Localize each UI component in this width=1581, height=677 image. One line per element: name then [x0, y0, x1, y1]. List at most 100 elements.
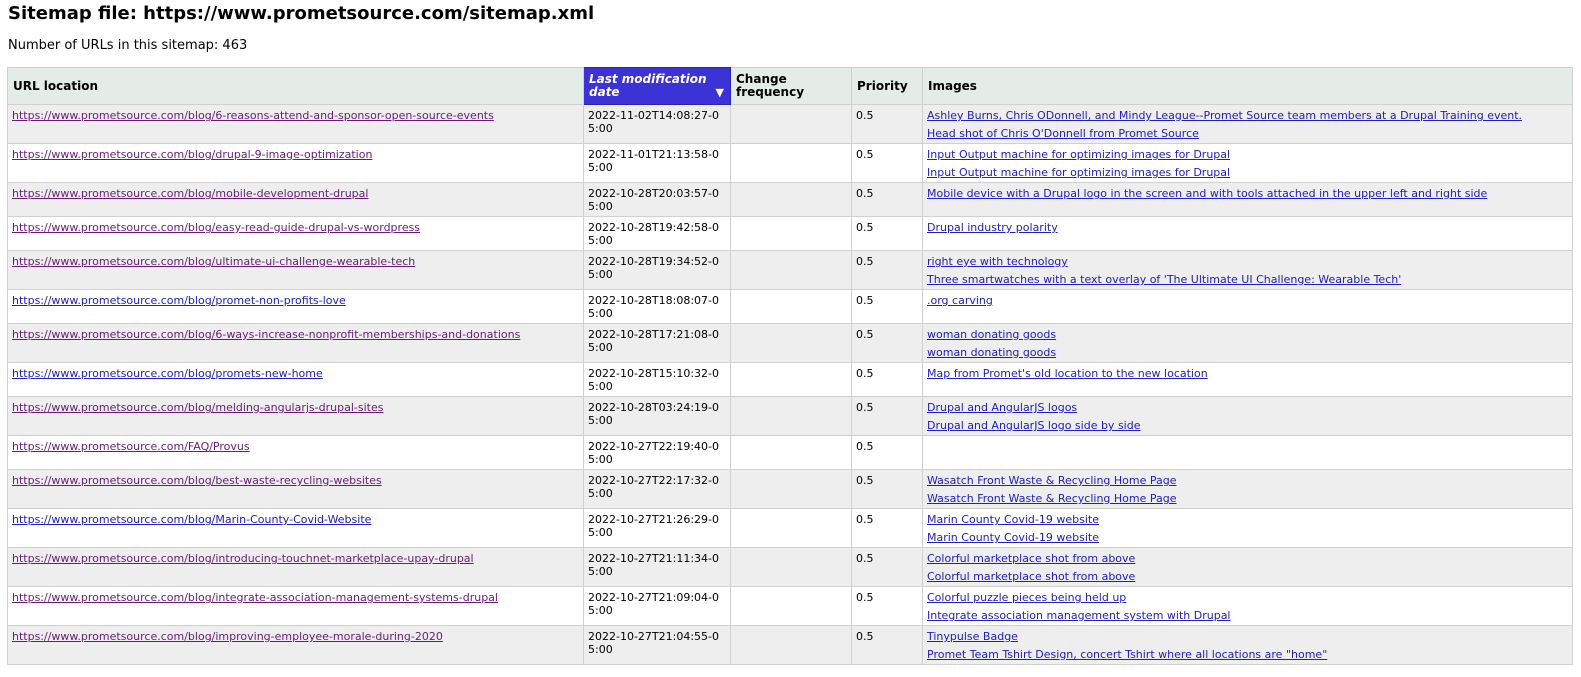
column-header-images-label: Images: [928, 78, 977, 93]
images-cell: Colorful puzzle pieces being held up Inte…: [922, 586, 1573, 626]
priority-cell: 0.5: [851, 625, 923, 665]
url-link[interactable]: https://www.prometsource.com/blog/Marin-…: [12, 513, 371, 526]
image-link[interactable]: Colorful marketplace shot from above: [927, 570, 1568, 583]
lastmod-cell: 2022-10-28T19:42:58-05:00: [583, 216, 731, 251]
url-link[interactable]: https://www.prometsource.com/blog/6-ways…: [12, 328, 520, 341]
url-link[interactable]: https://www.prometsource.com/blog/mobile…: [12, 187, 368, 200]
image-link[interactable]: Ashley Burns, Chris ODonnell, and Mindy …: [927, 109, 1568, 122]
image-link[interactable]: Tinypulse Badge: [927, 630, 1568, 643]
images-cell: Wasatch Front Waste & Recycling Home Pag…: [922, 469, 1573, 509]
lastmod-cell: 2022-11-01T21:13:58-05:00: [583, 143, 731, 183]
changefreq-cell: [730, 323, 852, 363]
images-cell: Input Output machine for optimizing imag…: [922, 143, 1573, 183]
image-link[interactable]: Head shot of Chris O'Donnell from Promet…: [927, 127, 1568, 140]
table-row: https://www.prometsource.com/blog/meldin…: [7, 396, 1573, 436]
url-link[interactable]: https://www.prometsource.com/blog/drupal…: [12, 148, 372, 161]
column-header-priority-label: Priority: [857, 78, 908, 93]
table-body: https://www.prometsource.com/blog/6-reas…: [7, 104, 1573, 665]
changefreq-cell: [730, 469, 852, 509]
images-cell: Marin County Covid-19 website Marin Count…: [922, 508, 1573, 548]
image-link[interactable]: Colorful puzzle pieces being held up: [927, 591, 1568, 604]
images-cell: Drupal and AngularJS logos Drupal and Ang…: [922, 396, 1573, 436]
table-row: https://www.prometsource.com/blog/mobile…: [7, 182, 1573, 217]
url-cell: https://www.prometsource.com/FAQ/Provus: [7, 435, 584, 470]
url-link[interactable]: https://www.prometsource.com/blog/meldin…: [12, 401, 383, 414]
url-link[interactable]: https://www.prometsource.com/blog/introd…: [12, 552, 474, 565]
image-link[interactable]: Three smartwatches with a text overlay o…: [927, 273, 1568, 286]
table-row: https://www.prometsource.com/blog/best-w…: [7, 469, 1573, 509]
table-row: https://www.prometsource.com/blog/6-reas…: [7, 104, 1573, 144]
table-row: https://www.prometsource.com/blog/improv…: [7, 625, 1573, 665]
image-link[interactable]: Wasatch Front Waste & Recycling Home Pag…: [927, 492, 1568, 505]
url-cell: https://www.prometsource.com/blog/easy-r…: [7, 216, 584, 251]
lastmod-cell: 2022-10-27T22:19:40-05:00: [583, 435, 731, 470]
column-header-lastmod[interactable]: Last modification date ▼: [583, 67, 731, 105]
url-link[interactable]: https://www.prometsource.com/blog/easy-r…: [12, 221, 420, 234]
url-link[interactable]: https://www.prometsource.com/blog/6-reas…: [12, 109, 494, 122]
column-header-url-label: URL location: [13, 78, 99, 93]
table-row: https://www.prometsource.com/blog/promet…: [7, 289, 1573, 324]
url-count: Number of URLs in this sitemap: 463: [8, 38, 248, 53]
image-link[interactable]: Marin County Covid-19 website: [927, 513, 1568, 526]
url-cell: https://www.prometsource.com/blog/introd…: [7, 547, 584, 587]
image-link[interactable]: Input Output machine for optimizing imag…: [927, 166, 1568, 179]
priority-cell: 0.5: [851, 216, 923, 251]
image-link[interactable]: Integrate association management system …: [927, 609, 1568, 622]
table-row: https://www.prometsource.com/blog/6-ways…: [7, 323, 1573, 363]
image-link[interactable]: Map from Promet's old location to the ne…: [927, 367, 1568, 380]
lastmod-cell: 2022-10-28T17:21:08-05:00: [583, 323, 731, 363]
column-header-url[interactable]: URL location: [7, 67, 584, 105]
image-link[interactable]: Drupal and AngularJS logo side by side: [927, 419, 1568, 432]
lastmod-cell: 2022-10-27T21:04:55-05:00: [583, 625, 731, 665]
priority-cell: 0.5: [851, 289, 923, 324]
table-row: https://www.prometsource.com/blog/Marin-…: [7, 508, 1573, 548]
priority-cell: 0.5: [851, 182, 923, 217]
table-row: https://www.prometsource.com/FAQ/Provus 2…: [7, 435, 1573, 470]
image-link[interactable]: Promet Team Tshirt Design, concert Tshir…: [927, 648, 1568, 661]
url-cell: https://www.prometsource.com/blog/improv…: [7, 625, 584, 665]
images-cell: Ashley Burns, Chris ODonnell, and Mindy …: [922, 104, 1573, 144]
image-link[interactable]: Input Output machine for optimizing imag…: [927, 148, 1568, 161]
image-link[interactable]: Colorful marketplace shot from above: [927, 552, 1568, 565]
image-link[interactable]: Drupal industry polarity: [927, 221, 1568, 234]
priority-cell: 0.5: [851, 547, 923, 587]
images-cell: [922, 435, 1573, 470]
changefreq-cell: [730, 216, 852, 251]
sitemap-table: URL location Last modification date ▼ Cha…: [7, 67, 1573, 665]
url-link[interactable]: https://www.prometsource.com/blog/promet…: [12, 294, 346, 307]
table-row: https://www.prometsource.com/blog/ultima…: [7, 250, 1573, 290]
lastmod-cell: 2022-10-27T21:09:04-05:00: [583, 586, 731, 626]
column-header-changefreq[interactable]: Change frequency: [730, 67, 852, 105]
priority-cell: 0.5: [851, 396, 923, 436]
url-link[interactable]: https://www.prometsource.com/FAQ/Provus: [12, 440, 250, 453]
changefreq-cell: [730, 362, 852, 397]
table-row: https://www.prometsource.com/blog/introd…: [7, 547, 1573, 587]
image-link[interactable]: .org carving: [927, 294, 1568, 307]
image-link[interactable]: Marin County Covid-19 website: [927, 531, 1568, 544]
image-link[interactable]: woman donating goods: [927, 328, 1568, 341]
lastmod-cell: 2022-10-28T15:10:32-05:00: [583, 362, 731, 397]
url-link[interactable]: https://www.prometsource.com/blog/integr…: [12, 591, 498, 604]
image-link[interactable]: woman donating goods: [927, 346, 1568, 359]
url-link[interactable]: https://www.prometsource.com/blog/improv…: [12, 630, 443, 643]
url-link[interactable]: https://www.prometsource.com/blog/best-w…: [12, 474, 382, 487]
url-link[interactable]: https://www.prometsource.com/blog/ultima…: [12, 255, 415, 268]
images-cell: Drupal industry polarity: [922, 216, 1573, 251]
url-cell: https://www.prometsource.com/blog/integr…: [7, 586, 584, 626]
priority-cell: 0.5: [851, 435, 923, 470]
priority-cell: 0.5: [851, 143, 923, 183]
lastmod-cell: 2022-10-28T19:34:52-05:00: [583, 250, 731, 290]
lastmod-cell: 2022-10-27T21:11:34-05:00: [583, 547, 731, 587]
image-link[interactable]: right eye with technology: [927, 255, 1568, 268]
url-link[interactable]: https://www.prometsource.com/blog/promet…: [12, 367, 323, 380]
column-header-priority[interactable]: Priority: [851, 67, 923, 105]
table-row: https://www.prometsource.com/blog/promet…: [7, 362, 1573, 397]
url-cell: https://www.prometsource.com/blog/drupal…: [7, 143, 584, 183]
column-header-images[interactable]: Images: [922, 67, 1573, 105]
changefreq-cell: [730, 625, 852, 665]
url-cell: https://www.prometsource.com/blog/promet…: [7, 289, 584, 324]
url-cell: https://www.prometsource.com/blog/promet…: [7, 362, 584, 397]
image-link[interactable]: Wasatch Front Waste & Recycling Home Pag…: [927, 474, 1568, 487]
image-link[interactable]: Mobile device with a Drupal logo in the …: [927, 187, 1568, 200]
image-link[interactable]: Drupal and AngularJS logos: [927, 401, 1568, 414]
